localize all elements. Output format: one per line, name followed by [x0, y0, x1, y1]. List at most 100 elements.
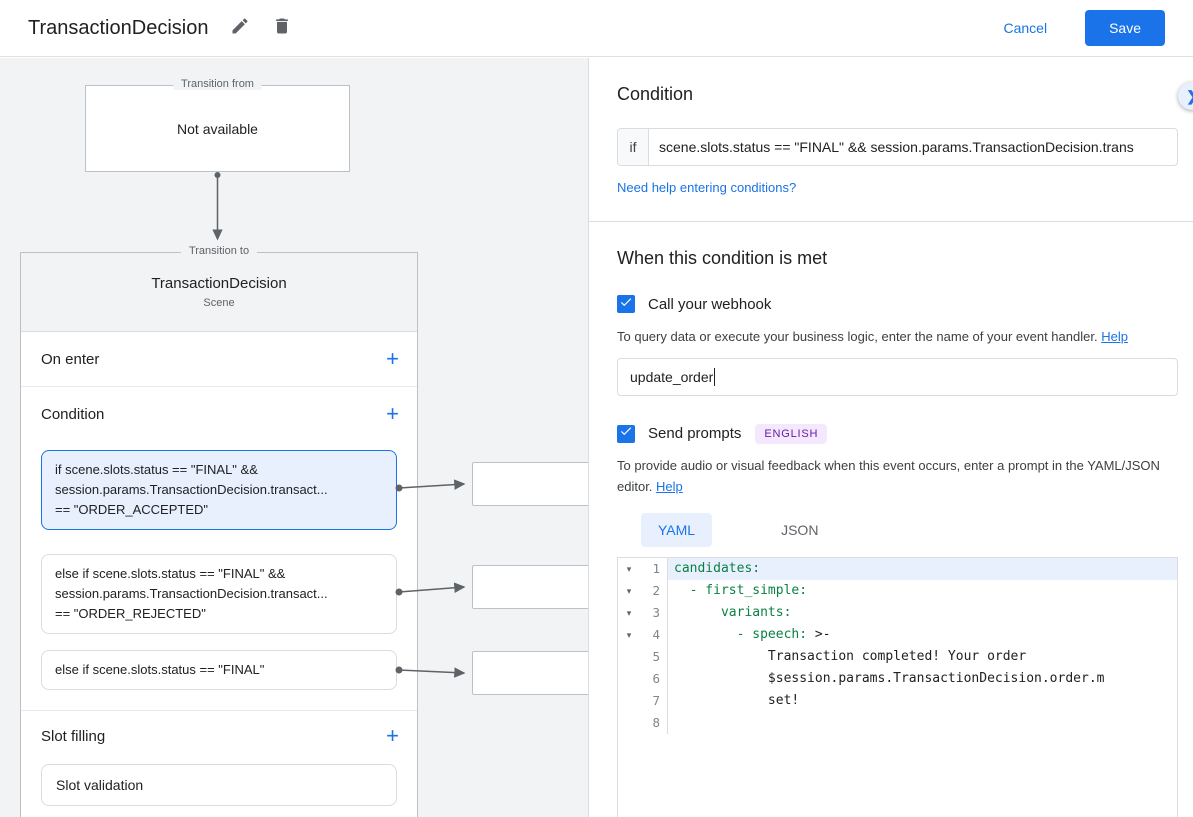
- transition-from-box: Transition from Not available: [85, 85, 350, 172]
- code-text[interactable]: variants:: [668, 602, 1177, 624]
- slot-filling-label: Slot filling: [41, 728, 105, 745]
- transition-to-label: Transition to: [181, 245, 257, 257]
- condition-text-line: if scene.slots.status == "FINAL" &&: [55, 460, 383, 480]
- trash-icon: [272, 16, 292, 41]
- transition-target-box-2[interactable]: [472, 565, 588, 609]
- code-line: 5 Transaction completed! Your order: [618, 646, 1177, 668]
- line-number: 3: [640, 602, 668, 624]
- condition-expression-input[interactable]: scene.slots.status == "FINAL" && session…: [649, 129, 1177, 165]
- webhook-help-link[interactable]: Help: [1101, 329, 1128, 344]
- call-webhook-checkbox[interactable]: [617, 295, 635, 313]
- pencil-icon: [230, 16, 250, 41]
- tab-yaml[interactable]: YAML: [641, 513, 712, 547]
- fold-arrow-icon[interactable]: ▾: [618, 558, 640, 580]
- code-text[interactable]: [668, 712, 1177, 734]
- slot-validation-item[interactable]: Slot validation: [41, 764, 397, 806]
- transition-target-box-3[interactable]: [472, 651, 588, 695]
- send-prompts-checkbox[interactable]: [617, 425, 635, 443]
- condition-card-rejected[interactable]: else if scene.slots.status == "FINAL" &&…: [41, 554, 397, 634]
- line-number: 2: [640, 580, 668, 602]
- text-cursor: [714, 368, 715, 386]
- save-button[interactable]: Save: [1085, 10, 1165, 46]
- prompts-description: To provide audio or visual feedback when…: [617, 456, 1178, 498]
- code-plain: set!: [674, 693, 799, 708]
- code-line: ▾ 1 candidates:: [618, 558, 1177, 580]
- language-badge: ENGLISH: [755, 424, 827, 444]
- line-number: 5: [640, 646, 668, 668]
- line-number: 1: [640, 558, 668, 580]
- slot-filling-section: Slot filling +: [21, 711, 417, 761]
- fold-arrow-icon: [618, 646, 640, 668]
- add-on-enter-button[interactable]: +: [386, 348, 399, 370]
- line-number: 4: [640, 624, 668, 646]
- line-number: 7: [640, 690, 668, 712]
- code-key: candidates:: [674, 561, 760, 576]
- code-plain: Transaction completed! Your order: [674, 649, 1026, 664]
- scene-card-header: TransactionDecision Scene: [21, 253, 417, 332]
- scene-name: TransactionDecision: [151, 275, 286, 292]
- cancel-button[interactable]: Cancel: [1003, 20, 1047, 36]
- condition-card-accepted[interactable]: if scene.slots.status == "FINAL" && sess…: [41, 450, 397, 530]
- code-text[interactable]: - first_simple:: [668, 580, 1177, 602]
- condition-section-label: Condition: [41, 406, 104, 423]
- code-key: - speech:: [737, 627, 807, 642]
- tab-json[interactable]: JSON: [764, 513, 835, 547]
- fold-arrow-icon: [618, 690, 640, 712]
- code-plain: [674, 627, 737, 642]
- prompts-description-text: To provide audio or visual feedback when…: [617, 458, 1160, 494]
- call-webhook-label: Call your webhook: [648, 296, 771, 313]
- code-plain: [674, 605, 721, 620]
- add-slot-button[interactable]: +: [386, 725, 399, 747]
- inspector-title: Condition: [617, 84, 1178, 105]
- code-text[interactable]: Transaction completed! Your order: [668, 646, 1177, 668]
- condition-text-line: session.params.TransactionDecision.trans…: [55, 480, 383, 500]
- code-plain: $session.params.TransactionDecision.orde…: [674, 671, 1104, 686]
- scene-diagram-panel: Transition from Not available Transition…: [0, 58, 588, 817]
- code-text[interactable]: set!: [668, 690, 1177, 712]
- code-line: 8: [618, 712, 1177, 734]
- collapse-panel-button[interactable]: ❯: [1178, 82, 1193, 110]
- fold-arrow-icon[interactable]: ▾: [618, 602, 640, 624]
- on-enter-section: On enter +: [21, 332, 417, 387]
- edit-title-button[interactable]: [230, 16, 250, 41]
- conditions-help-link[interactable]: Need help entering conditions?: [617, 180, 796, 195]
- event-handler-value: update_order: [630, 369, 713, 385]
- top-bar: TransactionDecision Cancel Save: [0, 0, 1193, 57]
- fold-arrow-icon[interactable]: ▾: [618, 580, 640, 602]
- on-enter-label: On enter: [41, 351, 99, 368]
- scene-card: Transition to TransactionDecision Scene …: [20, 252, 418, 817]
- checkmark-icon: [619, 295, 633, 314]
- code-text[interactable]: - speech: >-: [668, 624, 1177, 646]
- webhook-row: Call your webhook: [617, 295, 1178, 313]
- editor-tabs: YAML JSON: [617, 513, 1178, 547]
- yaml-code-editor: ▾ 1 candidates: ▾ 2 - first_simple: ▾ 3 …: [617, 557, 1178, 817]
- condition-section: Condition +: [21, 387, 417, 441]
- line-number: 6: [640, 668, 668, 690]
- code-plain: >-: [807, 627, 830, 642]
- event-handler-input[interactable]: update_order: [617, 358, 1178, 396]
- transition-from-value: Not available: [177, 121, 258, 137]
- condition-inspector-panel: ❯ Condition if scene.slots.status == "FI…: [588, 58, 1193, 817]
- send-prompts-label: Send prompts: [648, 425, 741, 442]
- delete-scene-button[interactable]: [272, 16, 292, 41]
- prompts-help-link[interactable]: Help: [656, 479, 683, 494]
- code-text[interactable]: candidates:: [668, 558, 1177, 580]
- transition-from-label: Transition from: [173, 78, 262, 90]
- condition-card-final[interactable]: else if scene.slots.status == "FINAL": [41, 650, 397, 690]
- code-key: - first_simple:: [690, 583, 807, 598]
- panel-divider: [589, 221, 1193, 222]
- webhook-description: To query data or execute your business l…: [617, 327, 1178, 348]
- webhook-description-text: To query data or execute your business l…: [617, 329, 1098, 344]
- send-prompts-row: Send prompts ENGLISH: [617, 424, 1178, 444]
- condition-text-line: else if scene.slots.status == "FINAL": [55, 660, 383, 680]
- fold-arrow-icon[interactable]: ▾: [618, 624, 640, 646]
- code-text[interactable]: $session.params.TransactionDecision.orde…: [668, 668, 1177, 690]
- transition-target-box-1[interactable]: [472, 462, 588, 506]
- code-line: ▾ 2 - first_simple:: [618, 580, 1177, 602]
- line-number: 8: [640, 712, 668, 734]
- code-line: ▾ 4 - speech: >-: [618, 624, 1177, 646]
- add-condition-button[interactable]: +: [386, 403, 399, 425]
- slot-validation-label: Slot validation: [56, 777, 143, 793]
- chevron-right-icon: ❯: [1186, 88, 1193, 105]
- if-prefix-label: if: [618, 129, 649, 165]
